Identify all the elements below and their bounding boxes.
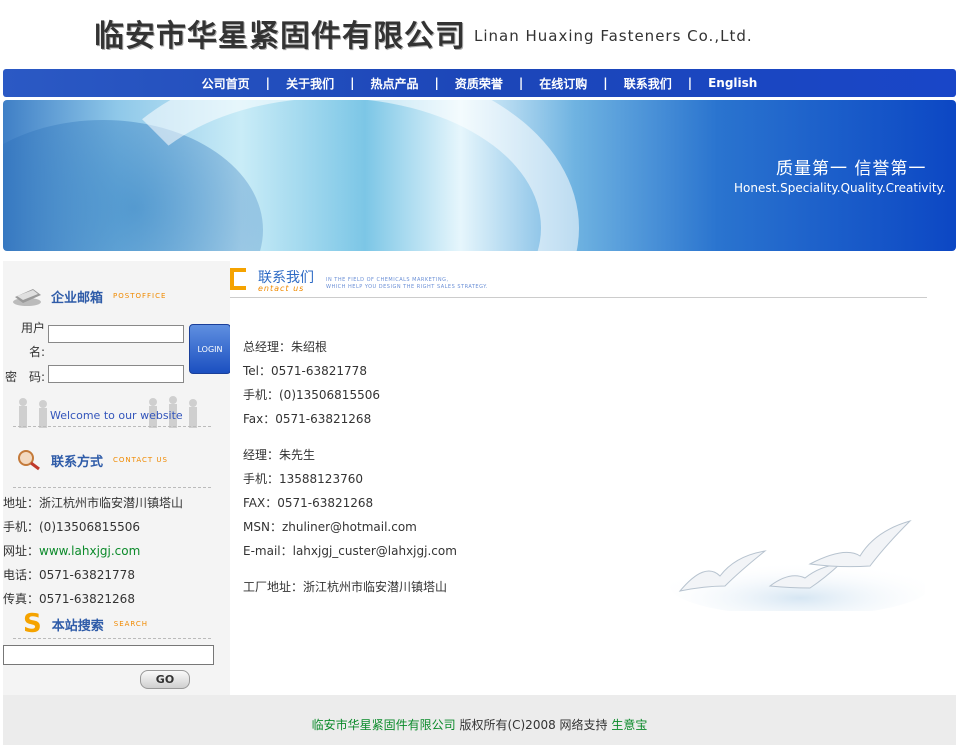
nav-separator: |: [434, 76, 439, 90]
banner-slogan-cn: 质量第一 信誉第一: [776, 159, 927, 179]
login-button[interactable]: LOGIN: [189, 324, 231, 374]
username-label: 用户名:: [20, 321, 45, 359]
bracket-icon: [230, 268, 246, 290]
main-content: 联系我们 entact us IN THE FIELD OF CHEMICALS…: [230, 261, 956, 695]
divider: [13, 426, 211, 427]
company-name-en: Linan Huaxing Fasteners Co.,Ltd.: [474, 27, 753, 45]
magnifier-icon: [18, 450, 40, 471]
nav-order[interactable]: 在线订购: [529, 75, 597, 92]
mailbox-icon: [13, 289, 41, 306]
gm-tel: Tel：0571-63821778: [243, 364, 367, 378]
main-nav: 公司首页 | 关于我们 | 热点产品 | 资质荣誉 | 在线订购 | 联系我们 …: [3, 69, 956, 97]
seagulls-icon: [670, 519, 925, 611]
contact-address: 地址：浙江杭州市临安潜川镇塔山: [3, 496, 184, 510]
manager-msn: MSN：zhuliner@hotmail.com: [243, 520, 417, 534]
footer: 临安市华星紧固件有限公司 版权所有(C)2008 网络支持 生意宝: [3, 695, 956, 745]
contact-website-label: 网址：: [3, 544, 40, 558]
manager-name: 经理：朱先生: [243, 448, 316, 462]
search-go-button[interactable]: GO: [140, 670, 190, 689]
contact-mobile: 手机：(0)13506815506: [3, 520, 140, 534]
gm-name: 总经理：朱绍根: [243, 340, 328, 354]
nav-products[interactable]: 热点产品: [360, 75, 428, 92]
nav-separator: |: [265, 76, 271, 90]
gm-fax: Fax：0571-63821268: [243, 412, 372, 426]
nav-separator: |: [603, 76, 608, 90]
company-name-cn: 临安市华星紧固件有限公司: [94, 19, 466, 54]
nav-honors[interactable]: 资质荣誉: [445, 75, 513, 92]
manager-email: E-mail：lahxjgj_custer@lahxjgj.com: [243, 544, 457, 558]
password-label: 密 码:: [5, 370, 46, 384]
manager-fax: FAX：0571-63821268: [243, 496, 374, 510]
manager-mobile: 手机：13588123760: [243, 472, 363, 486]
contact-subtitle: entact us: [258, 284, 305, 293]
nav-about[interactable]: 关于我们: [276, 75, 344, 92]
mail-section-subtitle: POSTOFFICE: [113, 292, 167, 300]
nav-english[interactable]: English: [698, 76, 767, 90]
username-input[interactable]: [48, 325, 184, 343]
nav-contact[interactable]: 联系我们: [614, 75, 682, 92]
divider: [13, 487, 211, 488]
contact-section-title: 联系方式: [51, 454, 104, 470]
website-link[interactable]: www.lahxjgj.com: [39, 544, 140, 558]
footer-text: 临安市华星紧固件有限公司 版权所有(C)2008 网络支持 生意宝: [3, 716, 956, 733]
sidebar: 企业邮箱 POSTOFFICE 用户名: 密 码: LOGIN Welcome …: [3, 261, 231, 695]
contact-fax: 传真：0571-63821268: [3, 592, 135, 606]
footer-support-link[interactable]: 生意宝: [611, 718, 647, 732]
header: 临安市华星紧固件有限公司 Linan Huaxing Fasteners Co.…: [0, 0, 961, 68]
nav-separator: |: [518, 76, 524, 90]
gm-mobile: 手机：(0)13506815506: [243, 388, 380, 402]
banner-wave: [83, 100, 579, 251]
nav-separator: |: [687, 76, 693, 90]
search-section-title: 本站搜索: [51, 618, 104, 634]
header-rule: [230, 297, 927, 298]
password-input[interactable]: [48, 365, 184, 383]
contact-header: 联系我们 entact us IN THE FIELD OF CHEMICALS…: [230, 264, 930, 298]
contact-desc-line: IN THE FIELD OF CHEMICALS MARKETING,: [326, 277, 449, 283]
mail-section-title: 企业邮箱: [51, 290, 104, 306]
nav-separator: |: [350, 76, 355, 90]
welcome-text: Welcome to our website: [50, 409, 183, 422]
banner-slogan-en: Honest.Speciality.Quality.Creativity.: [734, 181, 946, 195]
footer-company-link[interactable]: 临安市华星紧固件有限公司: [312, 718, 456, 732]
factory-address: 工厂地址：浙江杭州市临安潜川镇塔山: [243, 580, 448, 594]
contact-section-subtitle: CONTACT US: [113, 456, 169, 464]
contact-website: 网址：www.lahxjgj.com: [3, 542, 140, 559]
contact-section-header: 联系方式 CONTACT US: [17, 449, 168, 471]
contact-desc: IN THE FIELD OF CHEMICALS MARKETING, WHI…: [326, 277, 488, 291]
contact-desc-line: WHICH HELP YOU DESIGN THE RIGHT SALES ST…: [326, 284, 488, 290]
mail-section-header: 企业邮箱 POSTOFFICE: [11, 285, 166, 307]
contact-phone: 电话：0571-63821778: [3, 568, 135, 582]
banner: 质量第一 信誉第一 Honest.Speciality.Quality.Crea…: [3, 100, 956, 251]
divider: [13, 638, 211, 639]
search-s-icon: S: [23, 609, 42, 639]
footer-copyright: 版权所有(C)2008 网络支持: [455, 718, 612, 732]
search-section-subtitle: SEARCH: [113, 620, 149, 628]
search-section-header: S 本站搜索 SEARCH: [23, 610, 148, 638]
nav-home[interactable]: 公司首页: [192, 75, 260, 92]
search-input[interactable]: [3, 645, 214, 665]
